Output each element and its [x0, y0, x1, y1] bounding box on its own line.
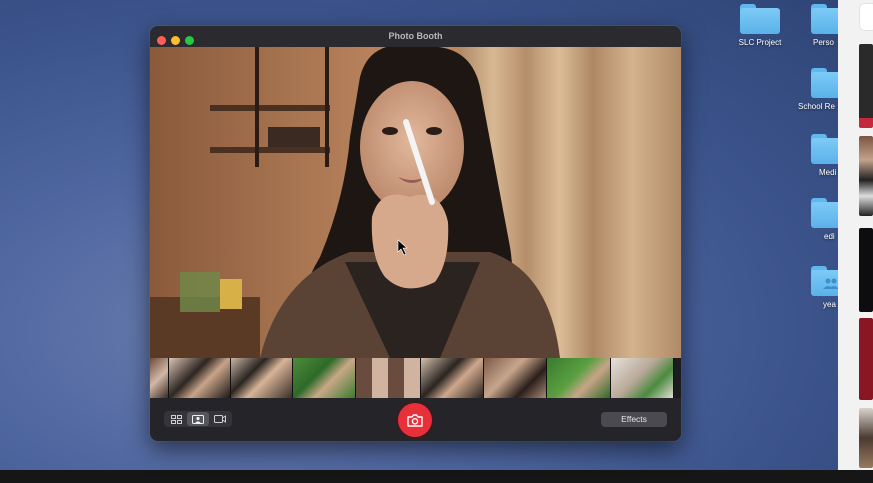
camera-preview: [150, 47, 681, 358]
photo-booth-window: Photo Booth Effects: [150, 26, 681, 441]
desktop-thumbnail: [859, 318, 873, 400]
video-camera-icon: [214, 415, 226, 423]
title-bar[interactable]: Photo Booth: [150, 26, 681, 47]
video-mode-button[interactable]: [209, 412, 231, 426]
photo-thumbnail[interactable]: [356, 358, 421, 398]
photo-strip[interactable]: [150, 358, 681, 398]
four-up-mode-button[interactable]: [165, 412, 187, 426]
effects-button[interactable]: Effects: [601, 412, 667, 427]
photo-thumbnail[interactable]: [547, 358, 611, 398]
take-photo-button[interactable]: [398, 403, 432, 437]
menu-pill: [860, 4, 873, 30]
folder-icon: [740, 4, 780, 34]
photo-thumbnail[interactable]: [421, 358, 484, 398]
dock-edge: [0, 470, 873, 483]
camera-feed-image: [150, 47, 681, 358]
portrait-icon: [192, 414, 204, 424]
photo-thumbnail[interactable]: [169, 358, 231, 398]
single-photo-mode-button[interactable]: [187, 412, 209, 426]
bottom-toolbar: Effects: [150, 398, 681, 441]
desktop-thumbnail: [859, 136, 873, 216]
desktop-thumbnail: [859, 408, 873, 468]
photo-thumbnail[interactable]: [611, 358, 674, 398]
camera-icon: [407, 413, 423, 427]
desktop-thumbnail: [859, 228, 873, 312]
window-title: Photo Booth: [388, 31, 443, 41]
desktop-thumbnail: [859, 44, 873, 128]
photo-thumbnail[interactable]: [150, 358, 169, 398]
photo-thumbnail[interactable]: [484, 358, 547, 398]
photo-thumbnail[interactable]: [231, 358, 293, 398]
capture-mode-selector: [164, 411, 232, 427]
photo-thumbnail[interactable]: [293, 358, 356, 398]
grid-icon: [170, 414, 182, 424]
